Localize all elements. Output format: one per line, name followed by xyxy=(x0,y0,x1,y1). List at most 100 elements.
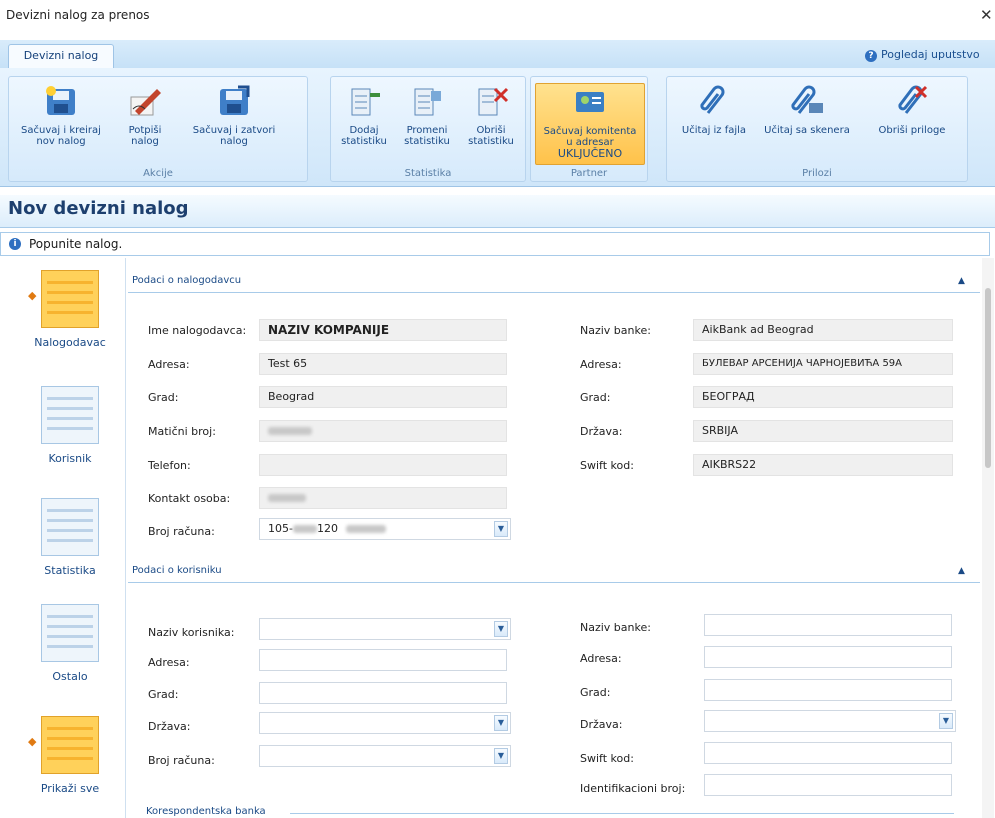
nav-item-prikazi-sve[interactable]: ◆ Prikaži sve xyxy=(20,716,120,795)
delete-attachments-label: Obriši priloge xyxy=(878,125,946,136)
redacted-value xyxy=(268,494,306,502)
label-bank-city: Grad: xyxy=(580,391,611,404)
sender-bank-address-field[interactable]: БУЛЕВАР АРСЕНИЈА ЧАРНОЈЕВИЋА 59А xyxy=(693,353,953,375)
scanner-clip-icon xyxy=(789,85,825,119)
group-label-statistika: Statistika xyxy=(404,168,452,179)
collapse-icon[interactable]: ▲ xyxy=(958,276,965,286)
page-title: Nov devizni nalog xyxy=(8,198,189,219)
label-bank-address: Adresa: xyxy=(580,358,622,371)
sender-section-divider xyxy=(128,292,980,293)
sender-city-field[interactable]: Beograd xyxy=(259,386,507,408)
recipient-bank-name-field[interactable] xyxy=(704,614,952,636)
recipient-swift-field[interactable] xyxy=(704,742,952,764)
group-label-prilozi: Prilozi xyxy=(802,168,832,179)
load-file-button[interactable]: Učitaj iz fajla xyxy=(673,85,755,136)
nav-item-statistika[interactable]: Statistika xyxy=(20,498,120,577)
sender-bank-name-field[interactable]: AikBank ad Beograd xyxy=(693,319,953,341)
recipient-bank-city-field[interactable] xyxy=(704,679,952,701)
label-recipient-bank-address: Adresa: xyxy=(580,652,622,665)
recipient-bank-address-field[interactable] xyxy=(704,646,952,668)
group-label-akcije: Akcije xyxy=(143,168,173,179)
label-address: Adresa: xyxy=(148,358,190,371)
save-new-icon xyxy=(43,85,79,119)
info-text: Popunite nalog. xyxy=(29,237,123,251)
nav-label: Ostalo xyxy=(52,670,88,683)
address-book-icon xyxy=(572,88,608,122)
scrollbar-thumb[interactable] xyxy=(985,288,991,468)
change-statistic-icon xyxy=(409,85,445,119)
label-bank-name: Naziv banke: xyxy=(580,324,651,337)
vertical-scrollbar[interactable] xyxy=(982,258,994,818)
nav-label: Statistika xyxy=(44,564,96,577)
dropdown-arrow-icon[interactable]: ▼ xyxy=(494,748,508,764)
account-prefix: 105- xyxy=(268,522,293,535)
correspondent-divider xyxy=(290,813,954,814)
help-link[interactable]: ? Pogledaj uputstvo xyxy=(865,48,980,62)
label-recipient-id: Identifikacioni broj: xyxy=(580,782,686,795)
window-title: Devizni nalog za prenos xyxy=(6,8,150,22)
recipient-id-field[interactable] xyxy=(704,774,952,796)
add-statistic-button[interactable]: Dodaj statistiku xyxy=(335,85,393,147)
save-new-label-2: nov nalog xyxy=(36,136,86,147)
nav-thumb-ostalo xyxy=(41,604,99,662)
nav-thumb-nalogodavac: ◆ xyxy=(28,270,99,328)
save-close-button[interactable]: Sačuvaj i zatvori nalog xyxy=(179,85,289,147)
label-recipient-account: Broj računa: xyxy=(148,754,215,767)
redacted-value xyxy=(268,427,312,435)
label-swift: Swift kod: xyxy=(580,459,634,472)
label-account: Broj računa: xyxy=(148,525,215,538)
nav-thumb-prikazi-sve: ◆ xyxy=(28,716,99,774)
arrow-icon: ◆ xyxy=(28,289,37,302)
load-scanner-button[interactable]: Učitaj sa skenera xyxy=(757,85,857,136)
label-city: Grad: xyxy=(148,391,179,404)
nav-item-ostalo[interactable]: Ostalo xyxy=(20,604,120,683)
save-client-toggle[interactable]: Sačuvaj komitenta u adresar UKLJUČENO xyxy=(535,83,645,165)
label-recipient-city: Grad: xyxy=(148,688,179,701)
recipient-address-field[interactable] xyxy=(259,649,507,671)
sender-name-field[interactable]: NAZIV KOMPANIJE xyxy=(259,319,507,341)
nav-item-korisnik[interactable]: Korisnik xyxy=(20,386,120,465)
nav-item-nalogodavac[interactable]: ◆ Nalogodavac xyxy=(20,270,120,349)
delete-statistic-icon xyxy=(473,85,509,119)
dropdown-arrow-icon[interactable]: ▼ xyxy=(939,713,953,729)
sender-address-field[interactable]: Test 65 xyxy=(259,353,507,375)
recipient-name-select[interactable]: ▼ xyxy=(259,618,511,640)
sender-country-field[interactable]: SRBIJA xyxy=(693,420,953,442)
redacted-value xyxy=(292,525,317,533)
change-statistic-button[interactable]: Promeni statistiku xyxy=(397,85,457,147)
sender-id-field[interactable] xyxy=(259,420,507,442)
delete-attachments-button[interactable]: Obriši priloge xyxy=(867,85,957,136)
dropdown-arrow-icon[interactable]: ▼ xyxy=(494,715,508,731)
sender-contact-field[interactable] xyxy=(259,487,507,509)
sender-account-select[interactable]: 105- 120 ▼ xyxy=(259,518,511,540)
recipient-country-select[interactable]: ▼ xyxy=(259,712,511,734)
collapse-icon[interactable]: ▲ xyxy=(958,566,965,576)
close-icon[interactable]: ✕ xyxy=(980,6,993,24)
sign-label-2: nalog xyxy=(131,136,159,147)
sign-button[interactable]: Potpiši nalog xyxy=(115,85,175,147)
label-id-number: Matični broj: xyxy=(148,425,216,438)
delete-statistic-label-2: statistiku xyxy=(468,136,514,147)
dropdown-arrow-icon[interactable]: ▼ xyxy=(494,621,508,637)
recipient-city-field[interactable] xyxy=(259,682,507,704)
recipient-account-select[interactable]: ▼ xyxy=(259,745,511,767)
sender-phone-field[interactable] xyxy=(259,454,507,476)
sign-pen-icon xyxy=(127,85,163,119)
save-new-button[interactable]: Sačuvaj i kreiraj nov nalog xyxy=(15,85,107,147)
sender-swift-field[interactable]: AIKBRS22 xyxy=(693,454,953,476)
group-label-partner: Partner xyxy=(570,168,608,179)
dropdown-arrow-icon[interactable]: ▼ xyxy=(494,521,508,537)
save-close-label-2: nalog xyxy=(220,136,248,147)
recipient-section-header: Podaci o korisniku xyxy=(132,565,222,576)
delete-statistic-button[interactable]: Obriši statistiku xyxy=(461,85,521,147)
label-recipient-name: Naziv korisnika: xyxy=(148,626,235,639)
recipient-section-divider xyxy=(128,582,980,583)
recipient-bank-country-select[interactable]: ▼ xyxy=(704,710,956,732)
sender-bank-city-field[interactable]: БЕОГРАД xyxy=(693,386,953,408)
tab-devizni-nalog[interactable]: Devizni nalog xyxy=(8,44,114,68)
save-close-label-1: Sačuvaj i zatvori xyxy=(192,125,276,136)
add-statistic-icon xyxy=(346,85,382,119)
help-icon: ? xyxy=(865,50,877,62)
arrow-icon: ◆ xyxy=(28,735,37,748)
nav-thumb-korisnik xyxy=(41,386,99,444)
